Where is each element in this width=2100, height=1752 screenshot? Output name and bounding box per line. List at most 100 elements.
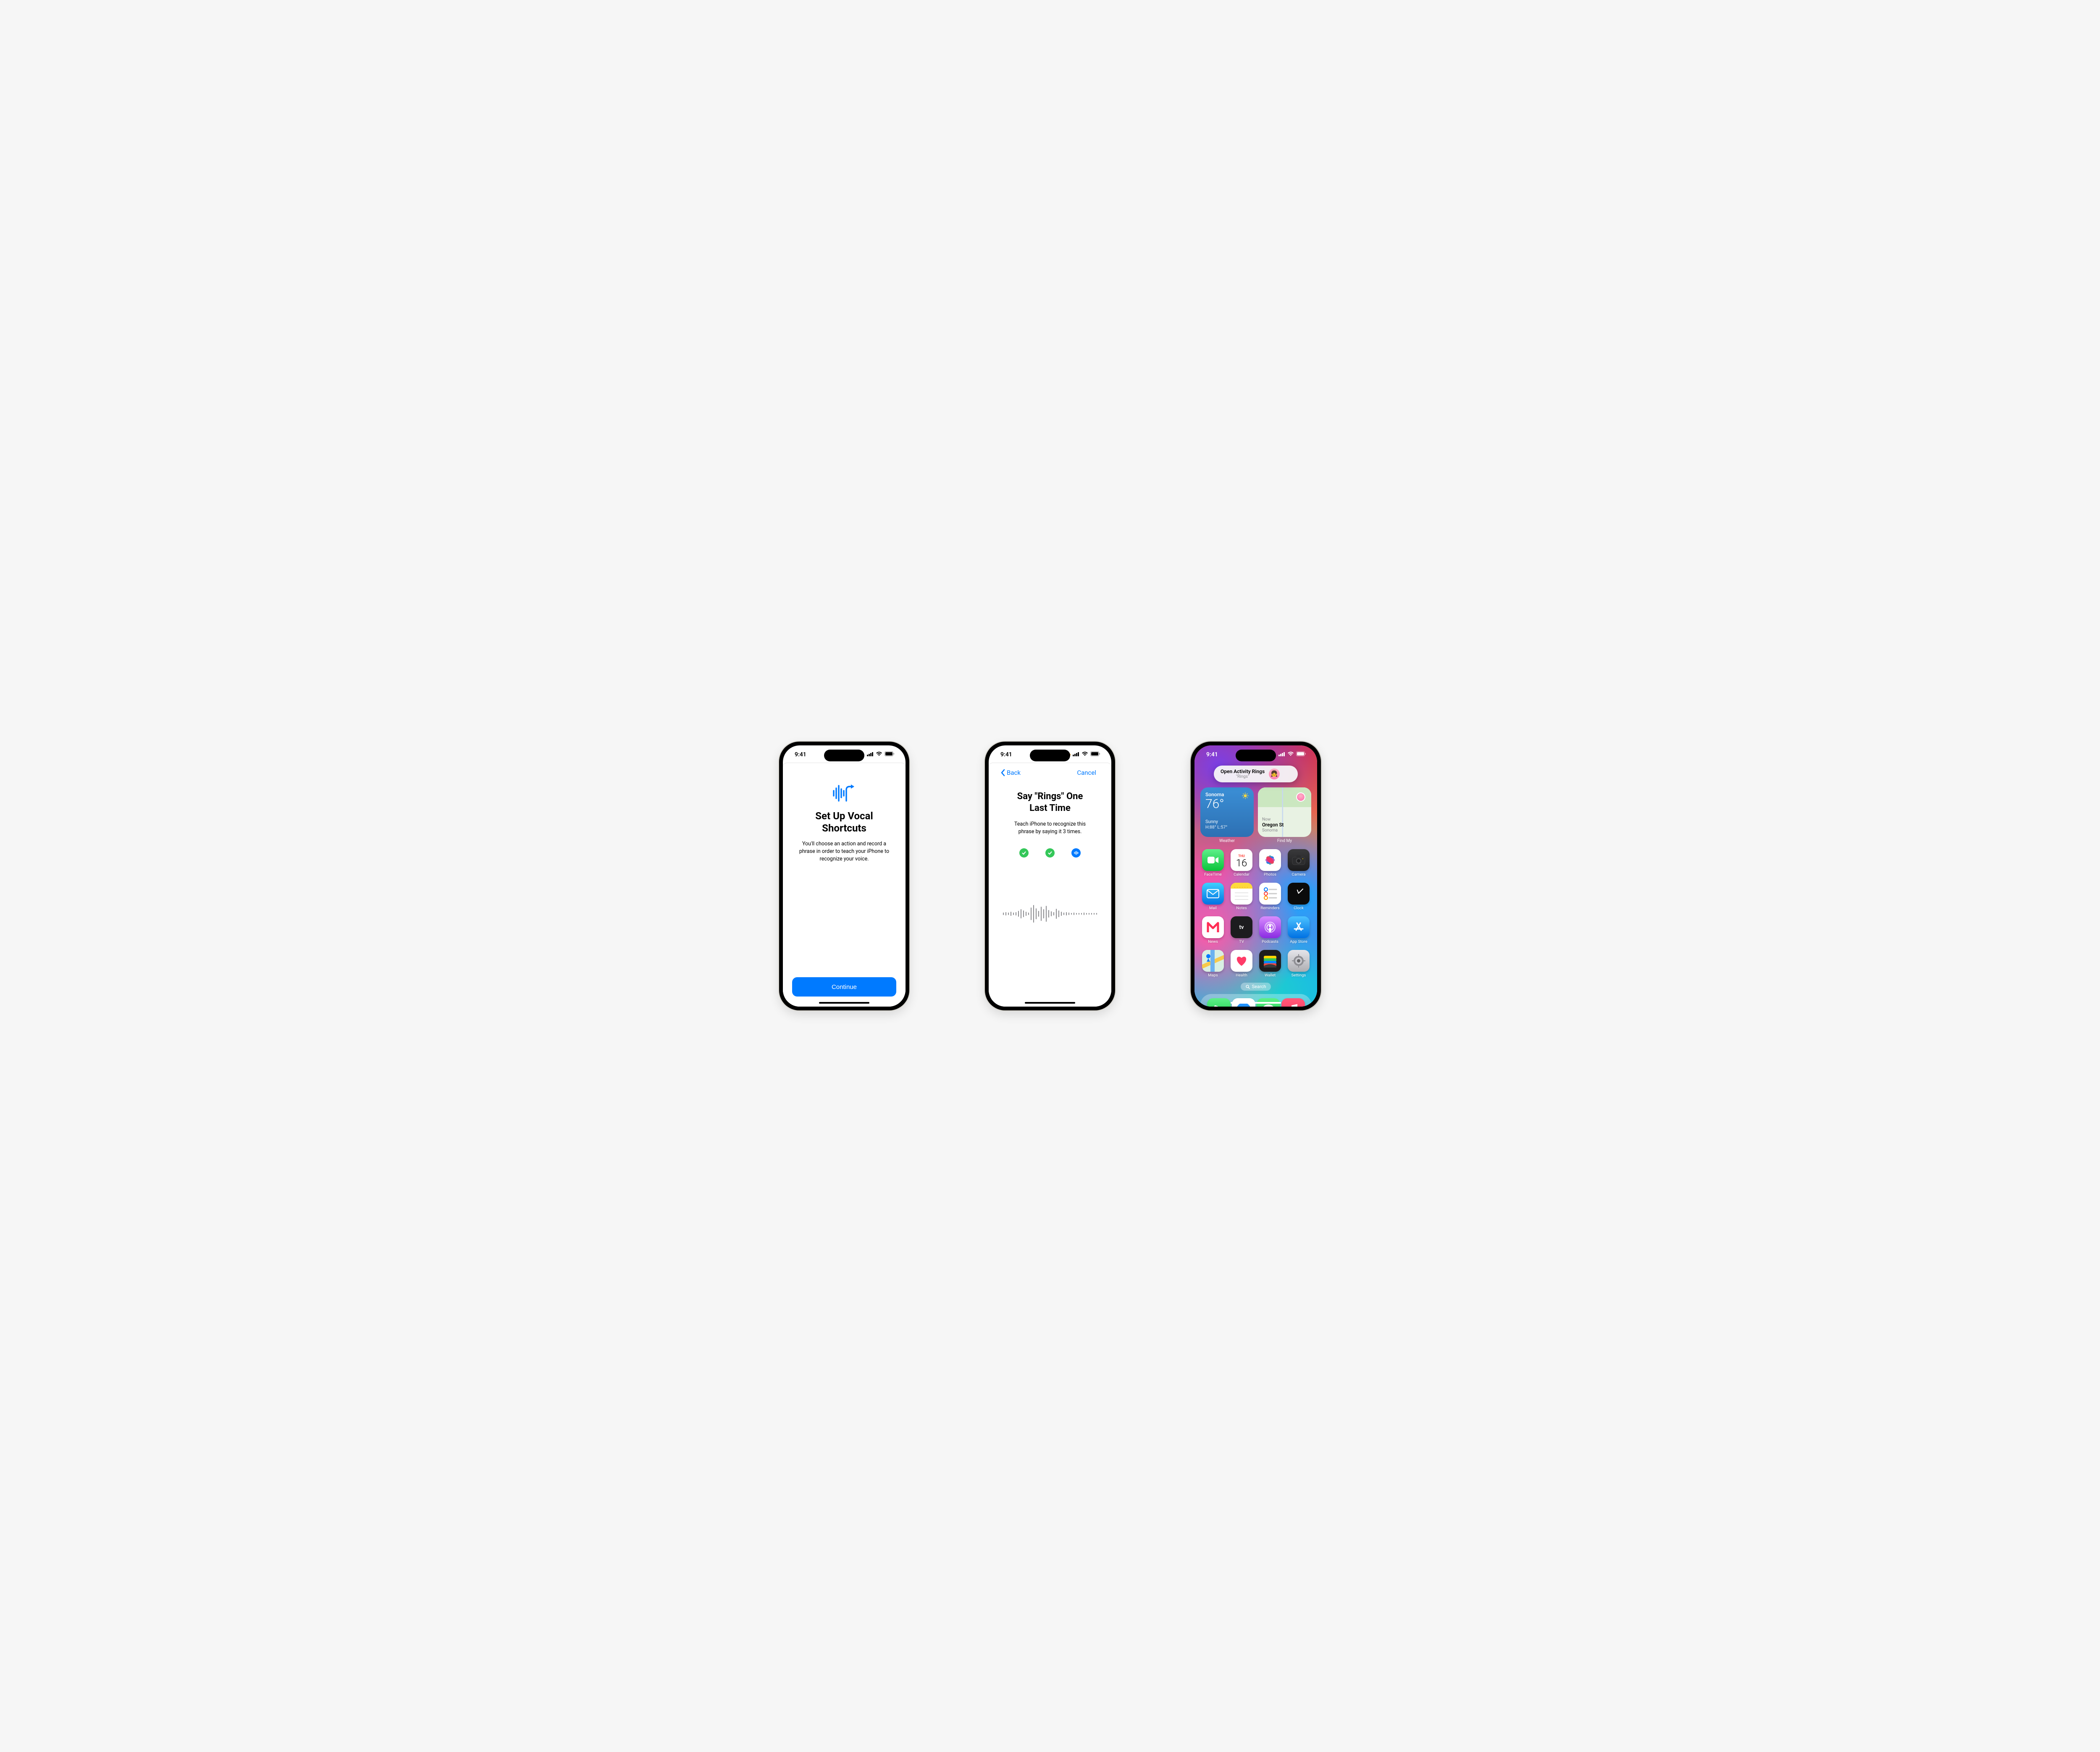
three-phone-showcase: 9:41	[779, 742, 1321, 1010]
training-progress	[998, 848, 1102, 858]
health-icon	[1231, 950, 1252, 972]
progress-dot-1-done	[1019, 848, 1029, 858]
weather-condition: Sunny	[1205, 819, 1249, 824]
app-photos[interactable]: Photos	[1257, 849, 1283, 877]
chevron-left-icon	[1000, 769, 1005, 776]
banner-title: Open Activity Rings	[1221, 769, 1265, 774]
phone-2: 9:41 Back Cancel Say "Rings" One Last Ti…	[985, 742, 1115, 1010]
dock	[1200, 994, 1311, 1007]
banner-subtitle: "Rings"	[1221, 774, 1265, 779]
home-indicator[interactable]	[1025, 1002, 1075, 1004]
news-icon	[1202, 916, 1224, 938]
dynamic-island	[1030, 750, 1070, 761]
spotlight-search[interactable]: Search	[1241, 983, 1271, 991]
status-right	[867, 751, 895, 758]
app-notes[interactable]: Notes	[1229, 883, 1254, 910]
setup-title: Set Up Vocal Shortcuts	[792, 810, 896, 834]
map-avatar-pin	[1296, 792, 1305, 802]
progress-dot-3-active	[1071, 848, 1081, 858]
phone-3: 9:41 Open Activity Rings "Rings" 👧 Sonom	[1191, 742, 1321, 1010]
app-wallet[interactable]: Wallet	[1257, 950, 1283, 978]
app-clock[interactable]: Clock	[1286, 883, 1311, 910]
app-news[interactable]: News	[1200, 916, 1226, 944]
status-time: 9:41	[1206, 751, 1218, 758]
wifi-icon	[1082, 751, 1088, 758]
back-label: Back	[1007, 769, 1021, 776]
status-time: 9:41	[1000, 751, 1012, 758]
app-facetime[interactable]: FaceTime	[1200, 849, 1226, 877]
weather-widget[interactable]: Sonoma 76° Sunny H:88° L:57°	[1200, 787, 1254, 837]
vocal-shortcuts-icon	[792, 784, 896, 803]
training-sheet: Back Cancel Say "Rings" One Last Time Te…	[989, 763, 1111, 1007]
battery-icon	[1090, 751, 1100, 758]
recording-waveform	[998, 904, 1102, 924]
progress-dot-2-done	[1045, 848, 1055, 858]
wifi-icon	[1287, 751, 1294, 758]
mail-icon	[1202, 883, 1224, 905]
wifi-icon	[876, 751, 882, 758]
facetime-icon	[1202, 849, 1224, 871]
screen-3: 9:41 Open Activity Rings "Rings" 👧 Sonom	[1194, 745, 1317, 1007]
app-appstore[interactable]: App Store	[1286, 916, 1311, 944]
appstore-icon	[1288, 916, 1310, 938]
notes-icon	[1231, 883, 1252, 905]
app-mail[interactable]: Mail	[1200, 883, 1226, 910]
cancel-button[interactable]: Cancel	[1077, 769, 1096, 776]
status-right	[1068, 751, 1100, 758]
training-title: Say "Rings" One Last Time	[998, 791, 1102, 814]
status-right	[1278, 751, 1306, 758]
screen-2: 9:41 Back Cancel Say "Rings" One Last Ti…	[989, 745, 1111, 1007]
app-reminders[interactable]: Reminders	[1257, 883, 1283, 910]
search-label: Search	[1252, 984, 1266, 989]
dynamic-island	[824, 750, 864, 761]
app-health[interactable]: Health	[1229, 950, 1254, 978]
app-podcasts[interactable]: Podcasts	[1257, 916, 1283, 944]
check-icon	[1021, 850, 1026, 855]
music-icon	[1281, 998, 1305, 1007]
findmy-city: Sonoma	[1262, 828, 1278, 833]
home-indicator[interactable]	[819, 1002, 869, 1004]
calendar-icon: THU16	[1231, 849, 1252, 871]
signal-icon	[1073, 751, 1079, 758]
findmy-widget[interactable]: Now Oregon St Sonoma	[1258, 787, 1311, 837]
app-maps[interactable]: Maps	[1200, 950, 1226, 978]
app-settings[interactable]: Settings	[1286, 950, 1311, 978]
podcasts-icon	[1259, 916, 1281, 938]
photos-icon	[1259, 849, 1281, 871]
battery-icon	[885, 751, 895, 758]
training-subtitle: Teach iPhone to recognize this phrase by…	[998, 821, 1102, 836]
findmy-caption: Find My	[1258, 839, 1311, 843]
clock-icon	[1288, 883, 1310, 905]
signal-icon	[867, 751, 874, 758]
setup-subtitle: You'll choose an action and record a phr…	[792, 840, 896, 863]
nav-row: Back Cancel	[998, 765, 1102, 779]
continue-button[interactable]: Continue	[792, 977, 896, 997]
weather-caption: Weather	[1200, 839, 1254, 843]
app-grid: FaceTime THU16Calendar Photos Camera Mai…	[1200, 849, 1311, 978]
widget-captions: Weather Find My	[1200, 837, 1311, 843]
findmy-now: Now	[1262, 817, 1270, 822]
check-icon	[1047, 850, 1053, 855]
weather-high-low: H:88° L:57°	[1205, 824, 1249, 830]
app-calendar[interactable]: THU16Calendar	[1229, 849, 1254, 877]
home-screen: Sonoma 76° Sunny H:88° L:57° Now Oregon …	[1194, 745, 1317, 1007]
memoji-avatar: 👧	[1269, 768, 1280, 779]
status-time: 9:41	[795, 751, 806, 758]
dynamic-island	[1236, 750, 1276, 761]
screen-1: 9:41	[783, 745, 906, 1007]
settings-icon	[1288, 950, 1310, 972]
back-button[interactable]: Back	[1000, 769, 1021, 776]
dock-phone[interactable]	[1207, 998, 1231, 1007]
vocal-shortcut-banner[interactable]: Open Activity Rings "Rings" 👧	[1214, 766, 1298, 782]
maps-icon	[1202, 950, 1224, 972]
dock-music[interactable]	[1281, 998, 1305, 1007]
phone-1: 9:41	[779, 742, 909, 1010]
app-tv[interactable]: tvTV	[1229, 916, 1254, 944]
reminders-icon	[1259, 883, 1281, 905]
app-camera[interactable]: Camera	[1286, 849, 1311, 877]
setup-sheet: Set Up Vocal Shortcuts You'll choose an …	[783, 763, 906, 1007]
signal-icon	[1278, 751, 1285, 758]
camera-icon	[1288, 849, 1310, 871]
home-indicator[interactable]	[1231, 1002, 1281, 1004]
banner-text: Open Activity Rings "Rings"	[1221, 769, 1265, 779]
